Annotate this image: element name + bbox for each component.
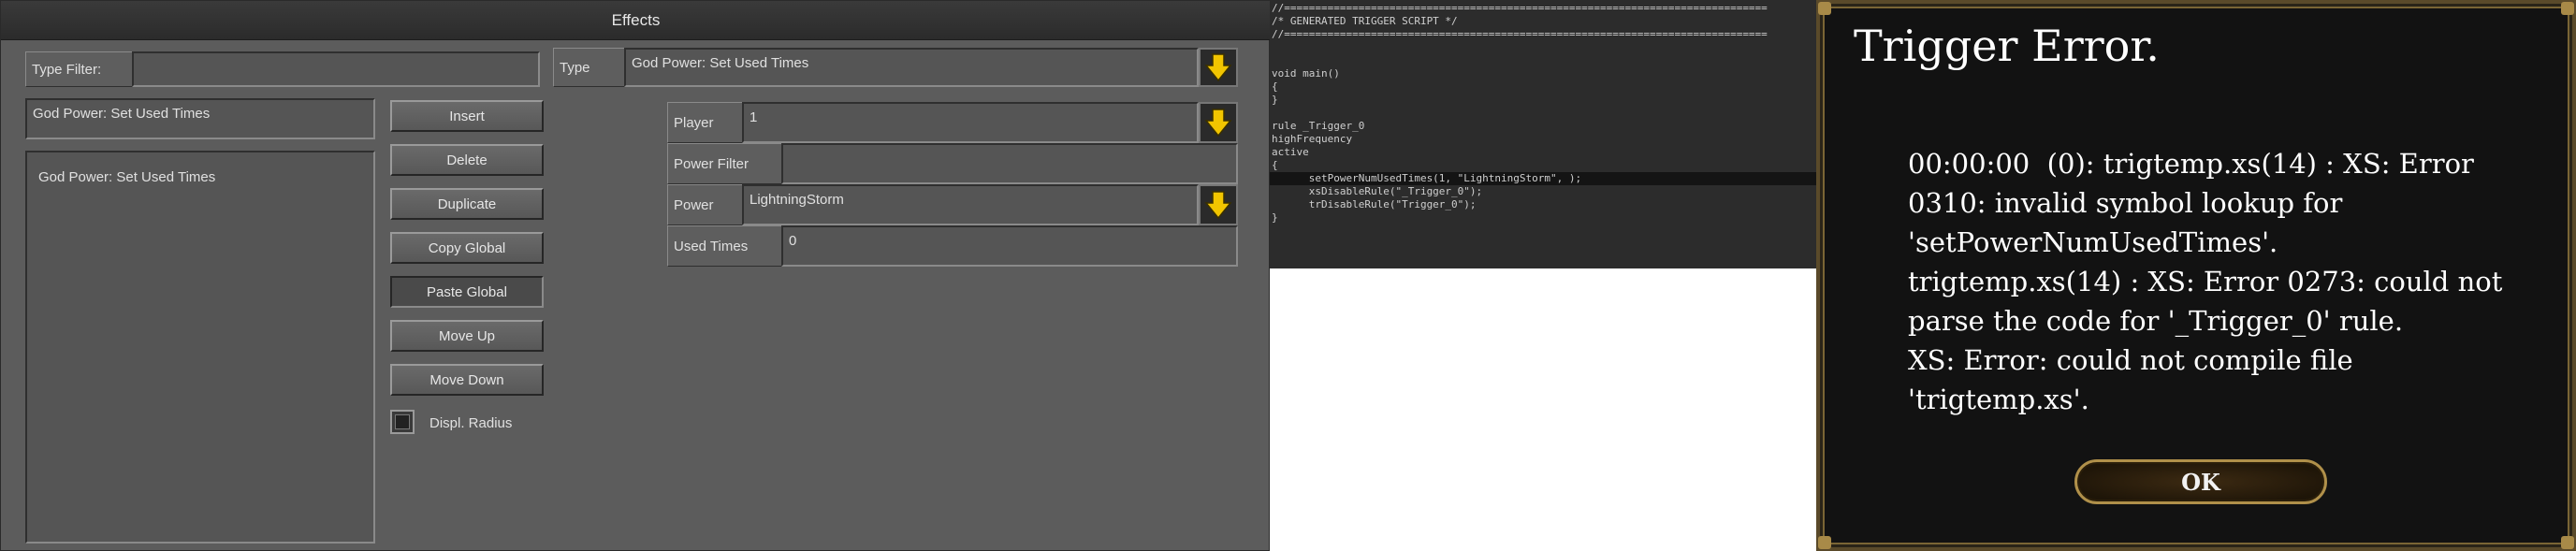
type-label: Type bbox=[553, 48, 626, 87]
error-message-line: 0310: invalid symbol lookup for bbox=[1908, 187, 2343, 219]
error-message-line: 00:00:00 (0): trigtemp.xs(14) : XS: Erro… bbox=[1908, 148, 2474, 180]
power-filter-label: Power Filter bbox=[667, 143, 785, 184]
window-title: Effects bbox=[1, 1, 1271, 40]
ok-button[interactable]: OK bbox=[2074, 459, 2327, 504]
code-line: //======================================… bbox=[1272, 2, 1768, 14]
effects-window: Effects Type Filter: God Power: Set Used… bbox=[0, 0, 1271, 551]
type-filter-input[interactable] bbox=[132, 51, 540, 87]
copy-global-button[interactable]: Copy Global bbox=[390, 232, 544, 264]
corner-ornament bbox=[2561, 2, 2574, 15]
player-dropdown-button[interactable] bbox=[1199, 102, 1238, 143]
selected-effect-field[interactable]: God Power: Set Used Times bbox=[25, 98, 375, 139]
code-line: rule _Trigger_0 bbox=[1272, 120, 1365, 132]
corner-ornament bbox=[1818, 2, 1831, 15]
error-message: 00:00:00 (0): trigtemp.xs(14) : XS: Erro… bbox=[1908, 144, 2554, 419]
move-down-button[interactable]: Move Down bbox=[390, 364, 544, 396]
arrow-down-icon bbox=[1204, 53, 1232, 82]
code-line: trDisableRule("Trigger_0"); bbox=[1272, 198, 1477, 210]
type-filter-row: Type Filter: bbox=[25, 51, 540, 87]
code-line: } bbox=[1272, 94, 1278, 106]
code-line: //======================================… bbox=[1272, 28, 1768, 40]
code-line: { bbox=[1272, 80, 1278, 93]
arrow-down-icon bbox=[1204, 109, 1232, 138]
power-label: Power bbox=[667, 184, 750, 225]
insert-button[interactable]: Insert bbox=[390, 100, 544, 132]
code-line: /* GENERATED TRIGGER SCRIPT */ bbox=[1272, 15, 1458, 27]
power-select[interactable]: LightningStorm bbox=[742, 184, 1199, 225]
trigger-script-view: //======================================… bbox=[1270, 0, 1816, 268]
duplicate-button[interactable]: Duplicate bbox=[390, 188, 544, 220]
code-line: setPowerNumUsedTimes(1, "LightningStorm"… bbox=[1270, 172, 1816, 185]
displ-radius-label: Displ. Radius bbox=[429, 415, 513, 431]
error-message-line: XS: Error: could not compile file bbox=[1908, 344, 2353, 376]
type-select[interactable]: God Power: Set Used Times bbox=[624, 48, 1199, 87]
type-filter-label: Type Filter: bbox=[25, 51, 134, 87]
paste-global-button[interactable]: Paste Global bbox=[390, 276, 544, 308]
code-line: highFrequency bbox=[1272, 133, 1353, 145]
effect-list[interactable]: God Power: Set Used Times bbox=[25, 151, 375, 544]
code-line: void main() bbox=[1272, 67, 1340, 80]
list-item[interactable]: God Power: Set Used Times bbox=[38, 169, 362, 185]
error-message-line: 'setPowerNumUsedTimes'. bbox=[1908, 226, 2278, 258]
code-line: xsDisableRule("_Trigger_0"); bbox=[1272, 185, 1483, 197]
dialog-title: Trigger Error. bbox=[1854, 21, 2160, 71]
error-message-line: parse the code for '_Trigger_0' rule. bbox=[1908, 305, 2404, 337]
used-times-input[interactable]: 0 bbox=[781, 225, 1238, 267]
type-dropdown-button[interactable] bbox=[1199, 48, 1238, 87]
code-line: { bbox=[1272, 159, 1278, 171]
corner-ornament bbox=[2561, 536, 2574, 549]
trigger-error-dialog: Trigger Error. 00:00:00 (0): trigtemp.xs… bbox=[1816, 0, 2576, 551]
code-line: active bbox=[1272, 146, 1309, 158]
player-select[interactable]: 1 bbox=[742, 102, 1199, 143]
arrow-down-icon bbox=[1204, 191, 1232, 220]
displ-radius-checkbox[interactable] bbox=[390, 410, 415, 434]
delete-button[interactable]: Delete bbox=[390, 144, 544, 176]
power-filter-input[interactable] bbox=[781, 143, 1238, 184]
move-up-button[interactable]: Move Up bbox=[390, 320, 544, 352]
error-message-line: 'trigtemp.xs'. bbox=[1908, 384, 2089, 415]
corner-ornament bbox=[1818, 536, 1831, 549]
power-dropdown-button[interactable] bbox=[1199, 184, 1238, 225]
error-message-line: trigtemp.xs(14) : XS: Error 0273: could … bbox=[1908, 266, 2503, 297]
used-times-label: Used Times bbox=[667, 225, 785, 267]
code-line: } bbox=[1272, 211, 1278, 224]
